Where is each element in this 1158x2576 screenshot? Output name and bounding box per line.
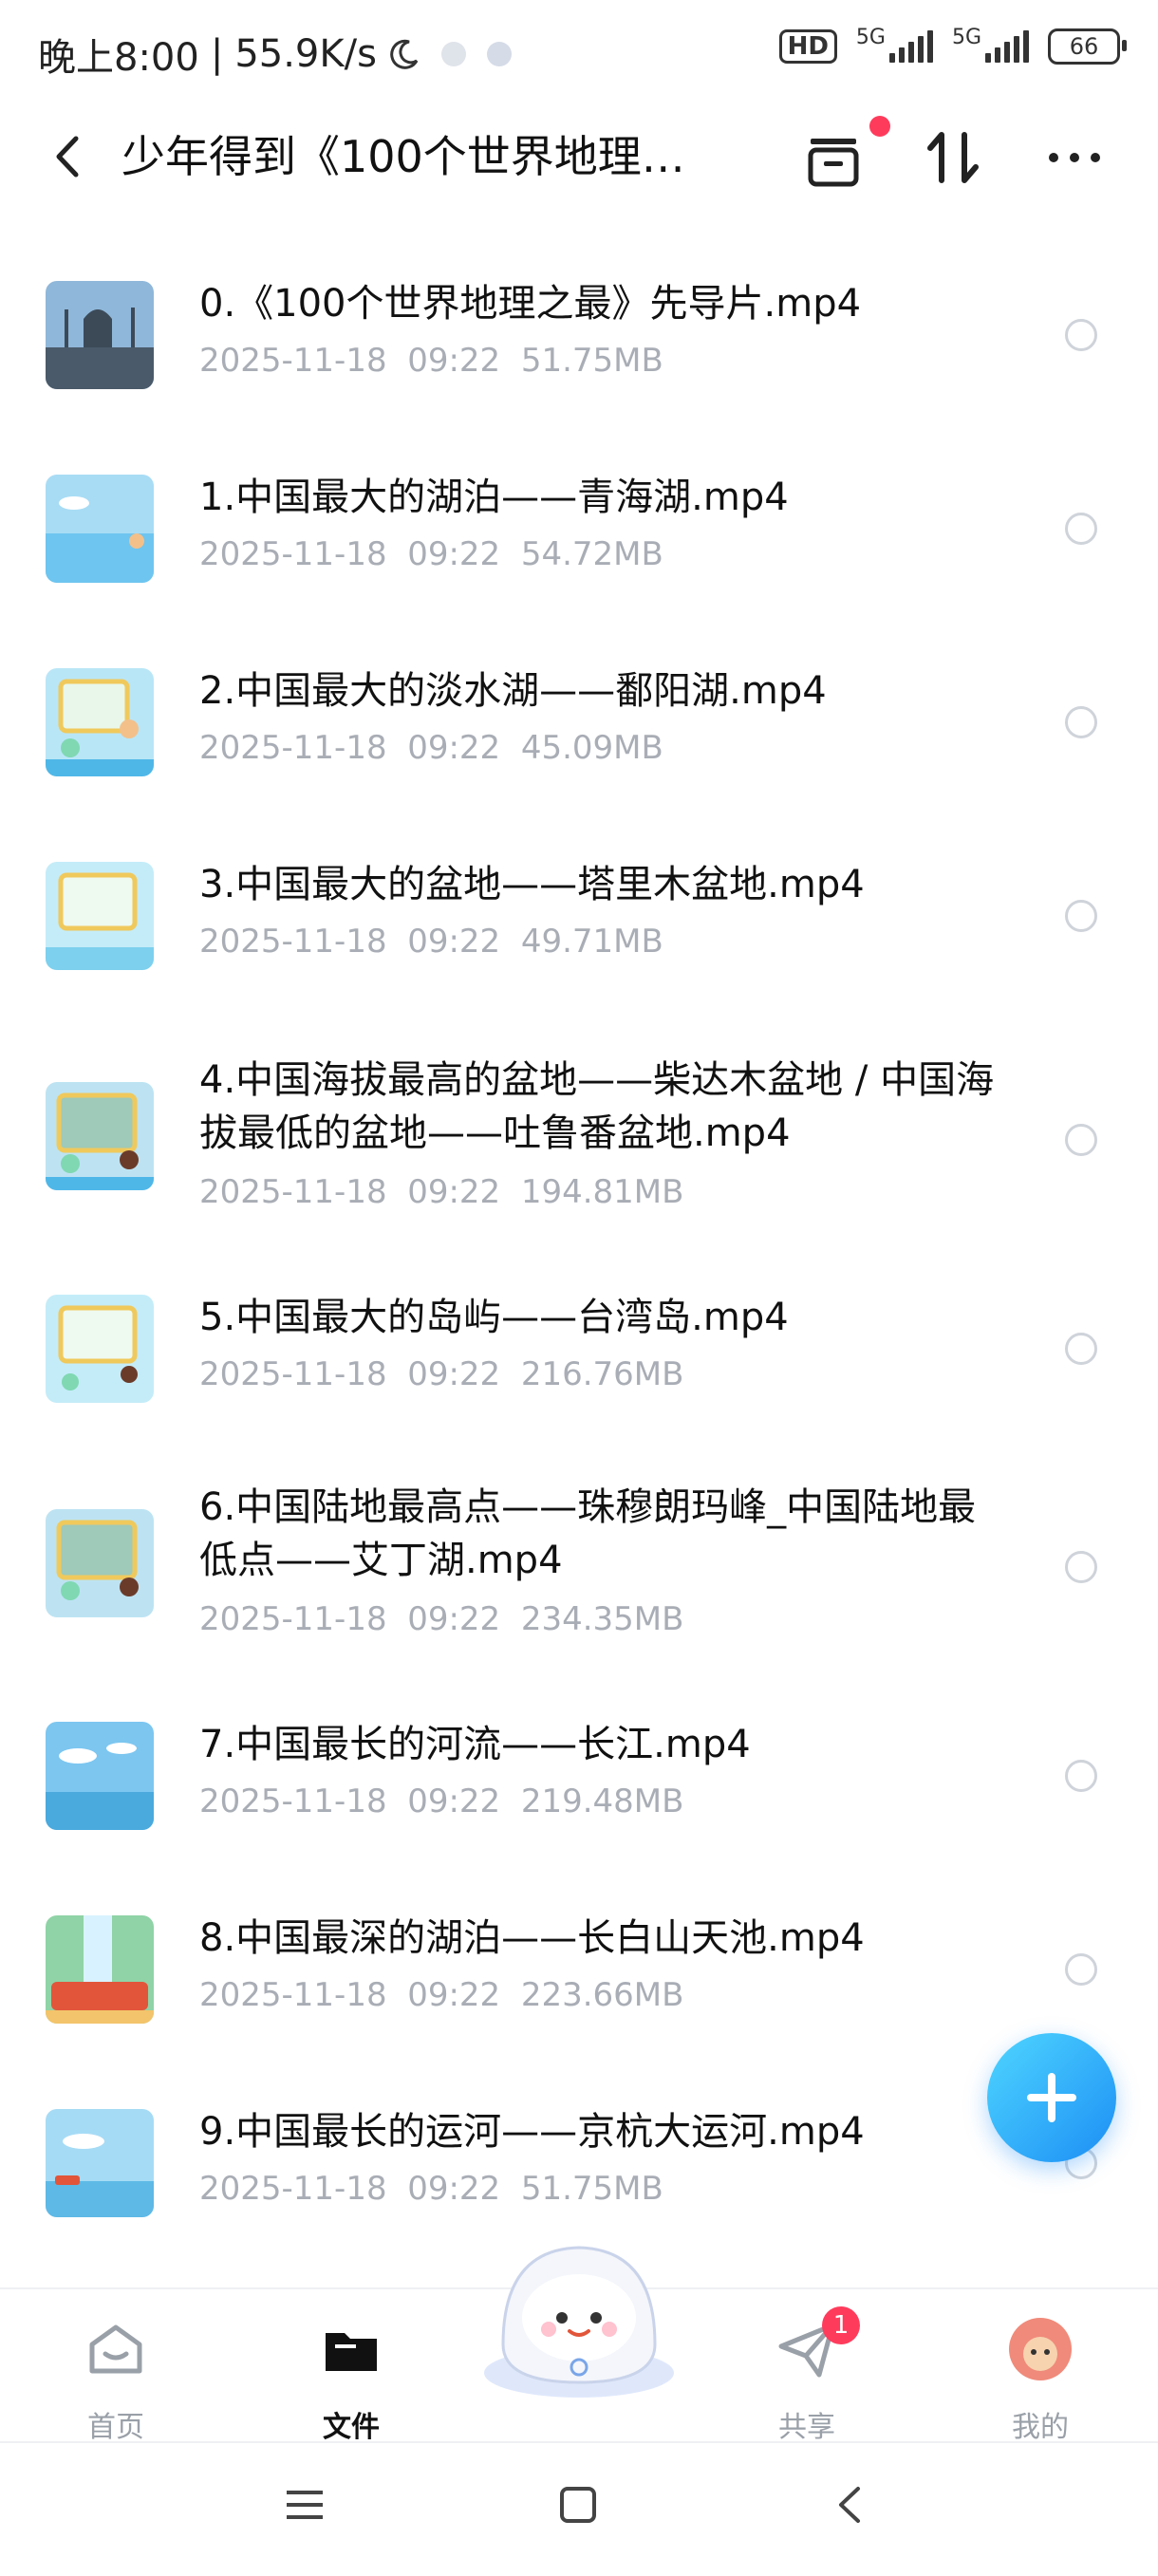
file-date: 2025-11-18 09:22: [199, 1783, 501, 1820]
video-thumbnail: [46, 1509, 154, 1617]
file-meta: 2025-11-18 09:22 234.35MB: [199, 1600, 683, 1638]
network-speed: 55.9K/s: [234, 32, 377, 76]
more-icon[interactable]: [1038, 121, 1111, 194]
select-checkbox[interactable]: [1065, 1124, 1097, 1156]
avatar: [1009, 2318, 1072, 2380]
nav-files-label: 文件: [323, 2411, 380, 2444]
moon-icon: [390, 39, 419, 69]
add-button[interactable]: [987, 2033, 1116, 2162]
file-name: 0.《100个世界地理之最》先导片.mp4: [199, 282, 862, 326]
file-date: 2025-11-18 09:22: [199, 1173, 501, 1211]
nav-share-label: 共享: [778, 2411, 835, 2444]
signal-label-1: 5G: [855, 25, 886, 49]
video-thumbnail: [46, 668, 154, 776]
select-checkbox[interactable]: [1065, 1551, 1097, 1583]
file-name: 3.中国最大的盆地——塔里木盆地.mp4: [199, 863, 865, 906]
file-meta: 2025-11-18 09:22 51.75MB: [199, 342, 663, 380]
select-checkbox[interactable]: [1065, 1333, 1097, 1365]
file-size: 216.76MB: [520, 1355, 684, 1393]
video-thumbnail: [46, 1295, 154, 1403]
file-meta: 2025-11-18 09:22 194.81MB: [199, 1173, 683, 1211]
battery-icon: 66: [1048, 28, 1127, 65]
signal-icon-2: [985, 30, 1029, 63]
file-size: 234.35MB: [520, 1600, 684, 1638]
back-nav-icon[interactable]: [828, 2481, 875, 2529]
mascot-assistant-icon[interactable]: [475, 2231, 683, 2401]
video-thumbnail: [46, 281, 154, 389]
file-meta: 2025-11-18 09:22 51.75MB: [199, 2170, 663, 2208]
file-name: 4.中国海拔最高的盆地——柴达木盆地 / 中国海拔最低的盆地——吐鲁番盆地.mp…: [199, 1058, 995, 1155]
file-meta: 2025-11-18 09:22 54.72MB: [199, 535, 663, 573]
status-right: HD 5G 5G 66: [778, 25, 1127, 65]
nav-mine-label: 我的: [1012, 2411, 1069, 2444]
video-thumbnail: [46, 862, 154, 970]
home-icon: [89, 2324, 142, 2374]
select-checkbox[interactable]: [1065, 1760, 1097, 1792]
status-time: 晚上8:00: [38, 36, 199, 80]
nav-share[interactable]: 共享 1: [740, 2306, 873, 2444]
file-size: 51.75MB: [520, 342, 663, 380]
select-checkbox[interactable]: [1065, 706, 1097, 738]
file-name: 8.中国最深的湖泊——长白山天池.mp4: [199, 1916, 865, 1960]
file-name: 9.中国最长的运河——京杭大运河.mp4: [199, 2110, 865, 2154]
video-thumbnail: [46, 1915, 154, 2024]
file-date: 2025-11-18 09:22: [199, 1355, 501, 1393]
video-thumbnail: [46, 1722, 154, 1830]
menu-icon[interactable]: [281, 2481, 328, 2529]
file-name: 2.中国最大的淡水湖——鄱阳湖.mp4: [199, 669, 827, 713]
select-checkbox[interactable]: [1065, 513, 1097, 545]
page-title: 少年得到《100个世界地理…: [121, 131, 685, 182]
folder-icon: [326, 2333, 377, 2371]
app-notification-icon: [440, 42, 466, 66]
nav-home[interactable]: 首页: [49, 2308, 182, 2444]
system-nav-bar: [0, 2441, 1158, 2576]
file-date: 2025-11-18 09:22: [199, 1600, 501, 1638]
file-meta: 2025-11-18 09:22 219.48MB: [199, 1783, 683, 1820]
file-name: 5.中国最大的岛屿——台湾岛.mp4: [199, 1296, 789, 1339]
app-notification-icon-2: [486, 42, 512, 66]
file-date: 2025-11-18 09:22: [199, 1976, 501, 2014]
file-name: 7.中国最长的河流——长江.mp4: [199, 1723, 751, 1766]
header: 少年得到《100个世界地理…: [0, 104, 1158, 209]
file-size: 49.71MB: [520, 923, 663, 961]
sort-icon[interactable]: [917, 121, 989, 194]
signal-icon: [888, 30, 933, 63]
home-square-icon[interactable]: [554, 2481, 602, 2529]
select-checkbox[interactable]: [1065, 319, 1097, 351]
file-date: 2025-11-18 09:22: [199, 342, 501, 380]
file-date: 2025-11-18 09:22: [199, 729, 501, 767]
notification-dot: [869, 116, 890, 137]
video-thumbnail: [46, 1082, 154, 1190]
file-name: 1.中国最大的湖泊——青海湖.mp4: [199, 476, 789, 519]
select-checkbox[interactable]: [1065, 1953, 1097, 1986]
select-checkbox[interactable]: [1065, 900, 1097, 932]
file-size: 219.48MB: [520, 1783, 684, 1820]
video-thumbnail: [46, 2109, 154, 2217]
file-date: 2025-11-18 09:22: [199, 2170, 501, 2208]
file-meta: 2025-11-18 09:22 49.71MB: [199, 923, 663, 961]
nav-mine[interactable]: 我的: [974, 2308, 1107, 2444]
file-size: 223.66MB: [520, 1976, 684, 2014]
nav-files[interactable]: 文件: [285, 2308, 418, 2444]
video-thumbnail: [46, 475, 154, 583]
signal-label-2: 5G: [951, 25, 981, 49]
file-size: 51.75MB: [520, 2170, 663, 2208]
share-badge: 1: [822, 2306, 860, 2344]
back-icon[interactable]: [49, 133, 87, 180]
file-date: 2025-11-18 09:22: [199, 535, 501, 573]
file-size: 194.81MB: [520, 1173, 684, 1211]
file-meta: 2025-11-18 09:22 216.76MB: [199, 1355, 683, 1393]
file-date: 2025-11-18 09:22: [199, 923, 501, 961]
archive-icon[interactable]: [797, 121, 869, 194]
status-bar: 晚上8:00 | 55.9K/s HD 5G 5G 66: [0, 0, 1158, 104]
nav-home-label: 首页: [87, 2411, 144, 2444]
hd-icon: HD: [778, 29, 837, 64]
file-size: 45.09MB: [520, 729, 663, 767]
file-name: 6.中国陆地最高点——珠穆朗玛峰_中国陆地最低点——艾丁湖.mp4: [199, 1485, 977, 1582]
file-meta: 2025-11-18 09:22 223.66MB: [199, 1976, 683, 2014]
status-left: 晚上8:00 | 55.9K/s: [38, 27, 512, 82]
file-meta: 2025-11-18 09:22 45.09MB: [199, 729, 663, 767]
file-size: 54.72MB: [520, 535, 663, 573]
